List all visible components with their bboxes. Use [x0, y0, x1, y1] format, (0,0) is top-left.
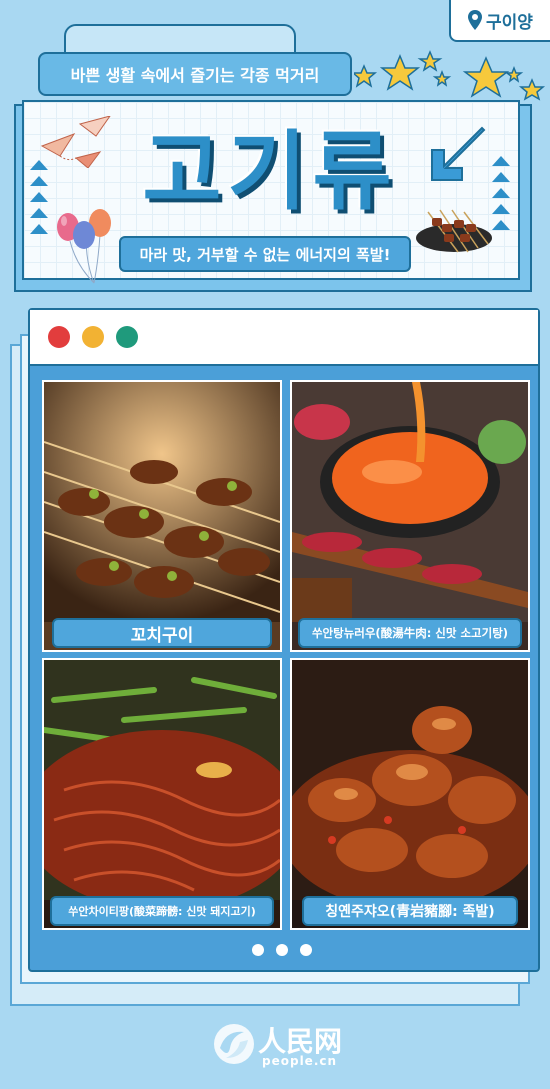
slogan-banner: 마라 맛, 거부할 수 없는 에너지의 폭발!	[119, 236, 411, 272]
stars-decoration-icon	[354, 50, 546, 101]
pagination-dot-1[interactable]	[252, 944, 264, 956]
food-caption: 쑤안탕뉴러우(酸湯牛肉: 신맛 소고기탕)	[298, 618, 522, 648]
balloons-icon	[57, 209, 111, 284]
pagination-dot-3[interactable]	[300, 944, 312, 956]
food-card-sour-pickle-pork[interactable]: 쑤안차이티팡(酸菜蹄髈: 신맛 돼지고기)	[42, 658, 282, 930]
subtitle-text: 바쁜 생활 속에서 즐기는 각종 먹거리	[70, 66, 320, 85]
close-dot-icon[interactable]	[48, 326, 70, 348]
food-caption: 쑤안차이티팡(酸菜蹄髈: 신맛 돼지고기)	[50, 896, 274, 926]
paper-planes-icon	[40, 116, 111, 168]
sour-pickle-pork-photo	[44, 660, 280, 900]
food-card-skewers[interactable]: 꼬치구이	[42, 380, 282, 652]
food-caption-text: 쑤안차이티팡(酸菜蹄髈: 신맛 돼지고기)	[68, 905, 256, 918]
location-label: 구이양	[486, 12, 533, 33]
location-pin-icon	[468, 10, 483, 30]
location-tag: 구이양	[449, 0, 550, 42]
arrow-pointer-icon	[431, 126, 486, 181]
arrow-column-left-icon	[30, 160, 48, 234]
people-cn-logo: 人民网 people.cn	[212, 1018, 352, 1070]
skewer-plate-icon	[416, 209, 492, 253]
subtitle-banner: 바쁜 생활 속에서 즐기는 각종 먹거리	[38, 52, 352, 96]
minimize-dot-icon[interactable]	[82, 326, 104, 348]
food-caption: 꼬치구이	[52, 618, 272, 648]
food-caption-text: 꼬치구이	[130, 625, 194, 646]
slogan-text: 마라 맛, 거부할 수 없는 에너지의 폭발!	[139, 245, 391, 264]
people-swirl-logo-icon	[214, 1024, 254, 1064]
food-card-pig-trotters[interactable]: 칭옌주쟈오(青岩豬腳: 족발)	[290, 658, 530, 930]
food-caption-text: 쑤안탕뉴러우(酸湯牛肉: 신맛 소고기탕)	[311, 626, 509, 640]
sour-soup-beef-photo	[292, 382, 528, 622]
brand-url: people.cn	[262, 1054, 338, 1068]
food-caption-text: 칭옌주쟈오(青岩豬腳: 족발)	[325, 904, 495, 920]
page-title: 고기류	[142, 122, 398, 222]
browser-window: 꼬치구이 쑤안탕뉴러우(酸湯牛肉: 신맛 소고기탕) 쑤안차이티팡(酸菜蹄髈: …	[28, 308, 540, 972]
window-title-bar	[30, 310, 538, 366]
food-caption: 칭옌주쟈오(青岩豬腳: 족발)	[302, 896, 518, 926]
skewers-photo	[44, 382, 280, 622]
food-card-sour-soup-beef[interactable]: 쑤안탕뉴러우(酸湯牛肉: 신맛 소고기탕)	[290, 380, 530, 652]
pagination-dot-2[interactable]	[276, 944, 288, 956]
maximize-dot-icon[interactable]	[116, 326, 138, 348]
pig-trotters-photo	[292, 660, 528, 900]
